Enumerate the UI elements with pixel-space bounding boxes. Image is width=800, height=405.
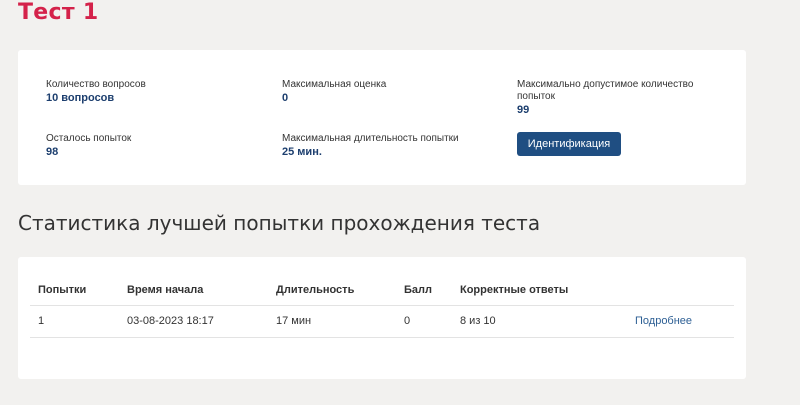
cell-attempt: 1 xyxy=(30,305,119,338)
test-info-card: Количество вопросов 10 вопросов Максимал… xyxy=(18,50,746,185)
column-header-actions xyxy=(627,281,734,306)
stats-section-title: Статистика лучшей попытки прохождения те… xyxy=(18,211,541,235)
max-score-block: Максимальная оценка 0 xyxy=(282,79,502,105)
stats-table: Попытки Время начала Длительность Балл К… xyxy=(30,281,734,338)
max-attempts-label: Максимально допустимое количество попыто… xyxy=(517,79,694,102)
max-score-value: 0 xyxy=(282,92,289,104)
max-duration-label: Максимальная длительность попытки xyxy=(282,133,459,144)
identification-button[interactable]: Идентификация xyxy=(517,132,621,156)
questions-count-block: Количество вопросов 10 вопросов xyxy=(46,79,266,105)
max-duration-value: 25 мин. xyxy=(282,146,322,158)
stats-card: Попытки Время начала Длительность Балл К… xyxy=(18,257,746,379)
cell-duration: 17 мин xyxy=(268,305,396,338)
cell-start-time: 03-08-2023 18:17 xyxy=(119,305,268,338)
cell-correct-answers: 8 из 10 xyxy=(452,305,627,338)
cell-score: 0 xyxy=(396,305,452,338)
column-header-attempts: Попытки xyxy=(30,281,119,306)
column-header-correct-answers: Корректные ответы xyxy=(452,281,627,306)
column-header-duration: Длительность xyxy=(268,281,396,306)
questions-count-label: Количество вопросов xyxy=(46,79,146,90)
cell-details: Подробнее xyxy=(627,305,734,338)
page: Тест 1 Количество вопросов 10 вопросов М… xyxy=(0,0,800,405)
page-title: Тест 1 xyxy=(18,0,99,25)
max-attempts-block: Максимально допустимое количество попыто… xyxy=(517,79,707,117)
max-attempts-value: 99 xyxy=(517,104,530,116)
details-link[interactable]: Подробнее xyxy=(635,315,692,327)
attempts-left-label: Осталось попыток xyxy=(46,133,132,144)
max-score-label: Максимальная оценка xyxy=(282,79,387,90)
column-header-score: Балл xyxy=(396,281,452,306)
max-duration-block: Максимальная длительность попытки 25 мин… xyxy=(282,133,502,159)
column-header-start-time: Время начала xyxy=(119,281,268,306)
table-header-row: Попытки Время начала Длительность Балл К… xyxy=(30,281,734,306)
attempts-left-block: Осталось попыток 98 xyxy=(46,133,266,159)
questions-count-value: 10 вопросов xyxy=(46,92,115,104)
attempts-left-value: 98 xyxy=(46,146,59,158)
table-row: 1 03-08-2023 18:17 17 мин 0 8 из 10 Подр… xyxy=(30,305,734,338)
